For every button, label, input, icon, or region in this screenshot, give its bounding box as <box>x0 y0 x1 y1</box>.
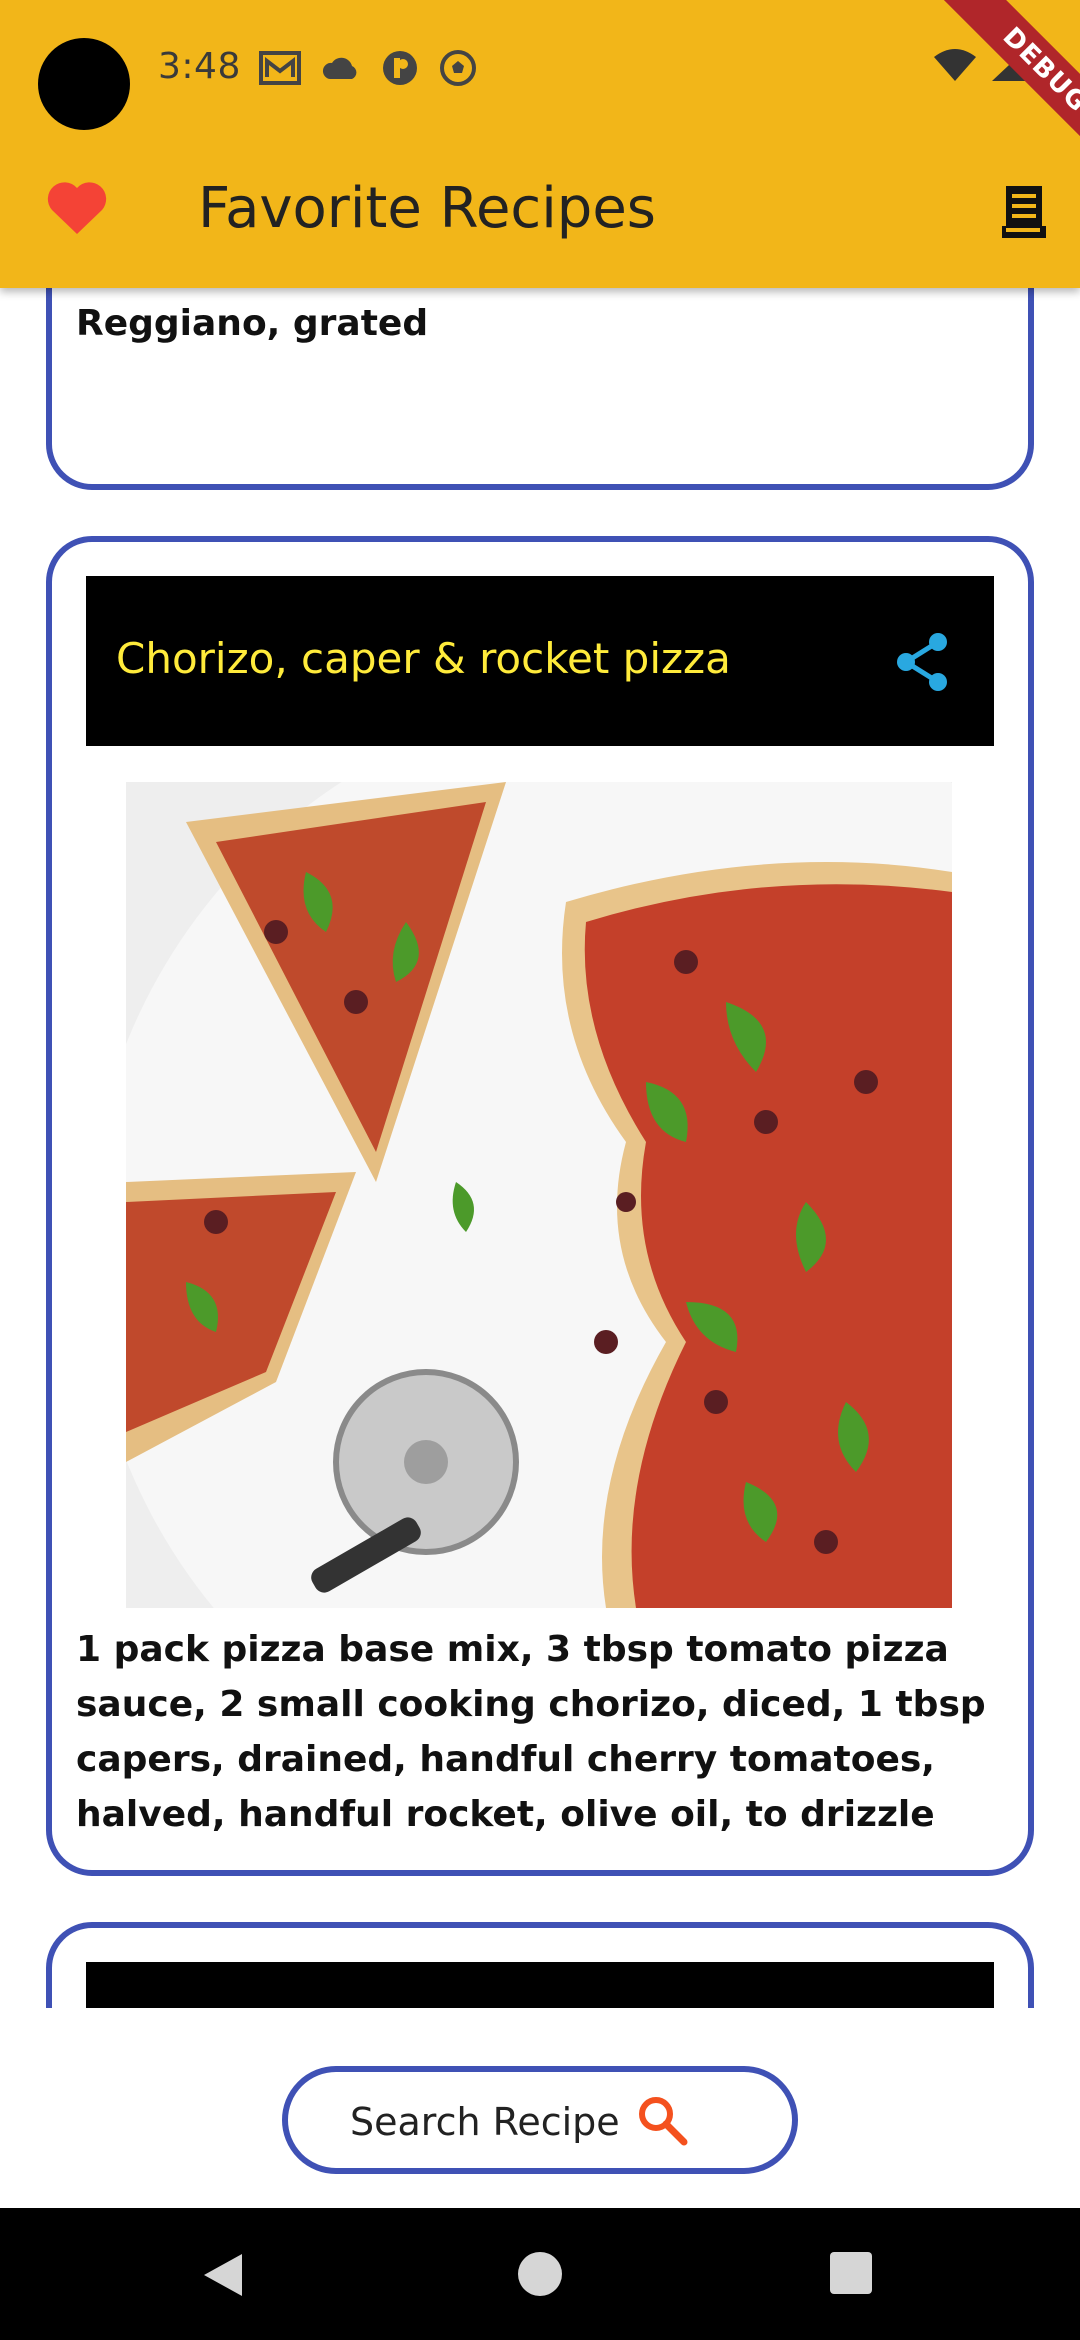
page-title: Favorite Recipes <box>198 176 656 241</box>
recipe-ingredients: 1 Teaspoon Milk, 1/4 Cup Cheddar cheese,… <box>76 288 824 344</box>
search-label: Search Recipe <box>350 2100 620 2144</box>
pizza-photo <box>126 782 952 1608</box>
system-nav-bar <box>0 2208 1080 2340</box>
camera-cutout <box>38 38 130 130</box>
recipe-ingredients: 1 pack pizza base mix, 3 tbsp tomato piz… <box>76 1629 986 1835</box>
soccer-ball-icon <box>440 50 476 86</box>
status-time: 3:48 <box>158 46 241 87</box>
recents-icon[interactable] <box>830 2252 872 2294</box>
recipe-header <box>86 1962 994 2008</box>
debug-banner: DEBUG <box>930 0 1080 185</box>
recipe-card[interactable] <box>46 1922 1034 2008</box>
search-area: Search Recipe <box>0 2008 1080 2208</box>
search-icon <box>634 2092 690 2152</box>
app-bar: 3:48 DEBUG Favorite Recipes <box>0 0 1080 288</box>
recipe-title: Chorizo, caper & rocket pizza <box>116 634 731 683</box>
wifi-icon <box>934 49 976 81</box>
back-icon[interactable] <box>202 2252 244 2302</box>
recipe-card[interactable]: Chorizo, caper & rocket pizza 1 pack piz… <box>46 536 1034 1876</box>
gmail-icon <box>259 51 301 85</box>
home-icon[interactable] <box>518 2252 562 2296</box>
recipe-list[interactable]: 1 Teaspoon Milk, 1/4 Cup Cheddar cheese,… <box>0 288 1080 2008</box>
recipe-header: Chorizo, caper & rocket pizza <box>86 576 994 746</box>
recipe-card[interactable]: 1 Teaspoon Milk, 1/4 Cup Cheddar cheese,… <box>46 288 1034 490</box>
receipt-icon[interactable] <box>996 182 1052 246</box>
heart-icon[interactable] <box>46 180 108 240</box>
app-notification-icon <box>383 51 417 85</box>
search-recipe-button[interactable]: Search Recipe <box>282 2066 798 2174</box>
share-icon[interactable] <box>892 630 952 698</box>
status-notification-icons <box>258 48 478 88</box>
cloud-icon <box>322 57 357 79</box>
